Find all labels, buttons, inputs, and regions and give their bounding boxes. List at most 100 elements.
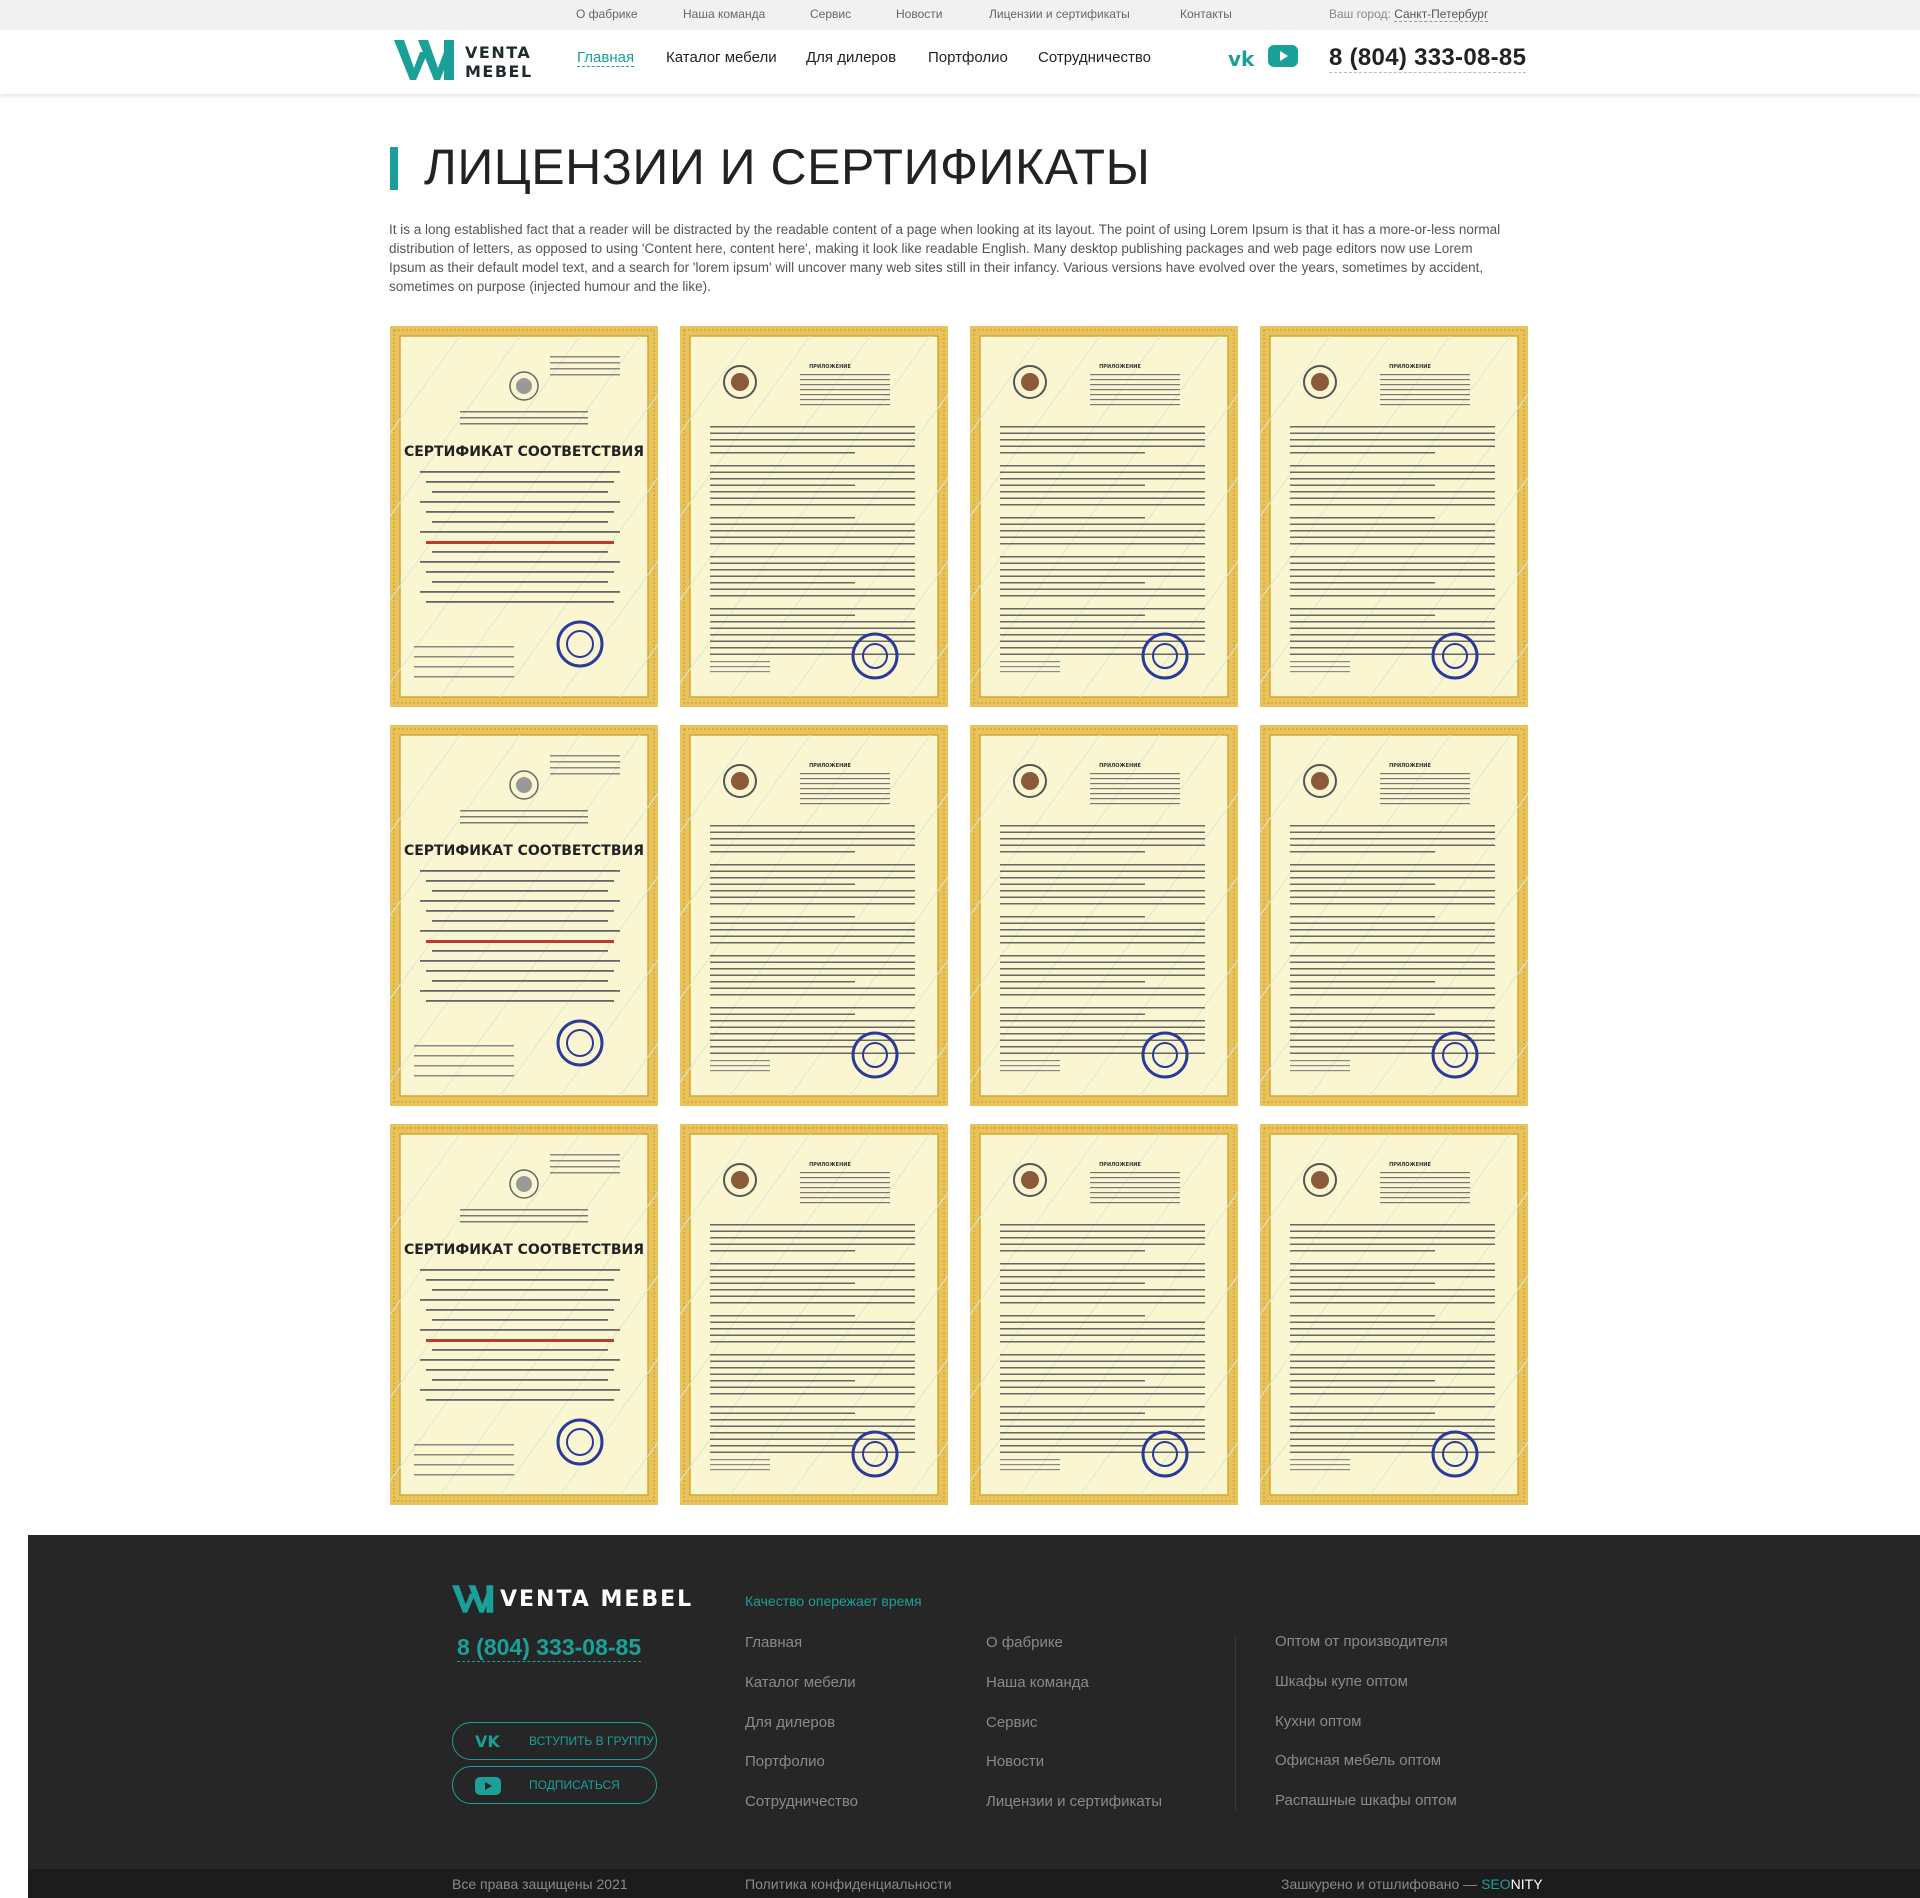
top-bar: О фабрике Наша команда Сервис Новости Ли… xyxy=(0,0,1920,30)
certificate-image: ПРИЛОЖЕНИЕ xyxy=(1260,725,1528,1106)
site-logo[interactable]: VENTA MEBEL xyxy=(394,40,534,84)
svg-text:vk: vk xyxy=(475,1732,500,1750)
certificate-card[interactable]: ПРИЛОЖЕНИЕ xyxy=(680,326,948,707)
footer-link-office[interactable]: Офисная мебель оптом xyxy=(1275,1752,1441,1769)
footer-link-licenses[interactable]: Лицензии и сертификаты xyxy=(986,1793,1162,1810)
certificate-image: ПРИЛОЖЕНИЕ xyxy=(970,725,1238,1106)
youtube-icon xyxy=(475,1776,501,1799)
svg-text:ПРИЛОЖЕНИЕ: ПРИЛОЖЕНИЕ xyxy=(809,763,851,769)
svg-text:vk: vk xyxy=(1228,47,1255,71)
youtube-button-label: подписаться xyxy=(529,1778,620,1792)
svg-text:ПРИЛОЖЕНИЕ: ПРИЛОЖЕНИЕ xyxy=(809,364,851,370)
city-label: Ваш город: xyxy=(1329,7,1391,21)
vk-group-button[interactable]: vk вступить в группу xyxy=(452,1722,657,1760)
nav-catalog[interactable]: Каталог мебели xyxy=(666,49,777,66)
footer-divider xyxy=(1235,1636,1236,1810)
footer-logo[interactable]: VENTA MEBEL xyxy=(452,1585,691,1618)
certificate-card[interactable]: ПРИЛОЖЕНИЕ xyxy=(970,725,1238,1106)
svg-text:ПРИЛОЖЕНИЕ: ПРИЛОЖЕНИЕ xyxy=(1099,763,1141,769)
logo-mark-icon xyxy=(394,40,454,80)
footer-logo-text: VENTA MEBEL xyxy=(500,1587,694,1612)
city-selector[interactable]: Ваш город: Санкт-Петербург xyxy=(1329,7,1489,22)
certificate-image: ПРИЛОЖЕНИЕ xyxy=(680,326,948,707)
footer-slogan: Качество опережает время xyxy=(745,1593,922,1609)
certificate-card[interactable]: СЕРТИФИКАТ СООТВЕТСТВИЯ xyxy=(390,725,658,1106)
vk-group-button-label: вступить в группу xyxy=(529,1734,654,1748)
youtube-icon[interactable] xyxy=(1268,44,1298,73)
certificate-card[interactable]: СЕРТИФИКАТ СООТВЕТСТВИЯ xyxy=(390,326,658,707)
youtube-subscribe-button[interactable]: подписаться xyxy=(452,1766,657,1804)
developer-credit[interactable]: Зашкурено и отшлифовано — SEONITY xyxy=(1281,1876,1543,1892)
certificate-image: СЕРТИФИКАТ СООТВЕТСТВИЯ xyxy=(390,326,658,707)
footer-link-cooperation[interactable]: Сотрудничество xyxy=(745,1793,858,1810)
copyright: Все права защищены 2021 xyxy=(452,1876,628,1892)
footer-bottom-bar xyxy=(28,1869,1920,1898)
footer-logo-mark-icon xyxy=(452,1585,494,1613)
site-header: VENTA MEBEL Главная Каталог мебели Для д… xyxy=(0,30,1920,94)
footer-link-kitchens[interactable]: Кухни оптом xyxy=(1275,1713,1361,1730)
certificate-image: ПРИЛОЖЕНИЕ xyxy=(680,725,948,1106)
footer-link-news[interactable]: Новости xyxy=(986,1753,1044,1770)
svg-text:ПРИЛОЖЕНИЕ: ПРИЛОЖЕНИЕ xyxy=(809,1162,851,1168)
footer-link-wholesale[interactable]: Оптом от производителя xyxy=(1275,1633,1448,1650)
nav-portfolio[interactable]: Портфолио xyxy=(928,49,1008,66)
certificate-card[interactable]: СЕРТИФИКАТ СООТВЕТСТВИЯ xyxy=(390,1124,658,1505)
top-link-about[interactable]: О фабрике xyxy=(576,7,638,21)
page-title: ЛИЦЕНЗИИ И СЕРТИФИКАТЫ xyxy=(424,139,1151,195)
certificate-card[interactable]: ПРИЛОЖЕНИЕ xyxy=(1260,1124,1528,1505)
certificate-card[interactable]: ПРИЛОЖЕНИЕ xyxy=(970,1124,1238,1505)
nav-dealers[interactable]: Для дилеров xyxy=(806,49,896,66)
credit-brand-b: NITY xyxy=(1510,1876,1543,1892)
certificate-image: ПРИЛОЖЕНИЕ xyxy=(970,326,1238,707)
svg-text:ПРИЛОЖЕНИЕ: ПРИЛОЖЕНИЕ xyxy=(1389,364,1431,370)
top-link-service[interactable]: Сервис xyxy=(810,7,851,21)
header-phone[interactable]: 8 (804) 333-08-85 xyxy=(1329,44,1527,73)
footer-link-dealers[interactable]: Для дилеров xyxy=(745,1714,835,1731)
certificate-card[interactable]: ПРИЛОЖЕНИЕ xyxy=(970,326,1238,707)
top-link-news[interactable]: Новости xyxy=(896,7,942,21)
logo-text: VENTA MEBEL xyxy=(465,43,533,81)
svg-text:ПРИЛОЖЕНИЕ: ПРИЛОЖЕНИЕ xyxy=(1389,763,1431,769)
svg-text:ПРИЛОЖЕНИЕ: ПРИЛОЖЕНИЕ xyxy=(1389,1162,1431,1168)
footer-link-home[interactable]: Главная xyxy=(745,1634,802,1651)
svg-text:ПРИЛОЖЕНИЕ: ПРИЛОЖЕНИЕ xyxy=(1099,364,1141,370)
footer-link-portfolio[interactable]: Портфолио xyxy=(745,1753,825,1770)
top-link-contacts[interactable]: Контакты xyxy=(1180,7,1232,21)
svg-text:ПРИЛОЖЕНИЕ: ПРИЛОЖЕНИЕ xyxy=(1099,1162,1141,1168)
certificate-image: ПРИЛОЖЕНИЕ xyxy=(1260,1124,1528,1505)
certificate-image: ПРИЛОЖЕНИЕ xyxy=(1260,326,1528,707)
logo-line-1: VENTA xyxy=(465,43,532,62)
privacy-policy-link[interactable]: Политика конфиденциальности xyxy=(745,1876,952,1892)
certificate-card[interactable]: ПРИЛОЖЕНИЕ xyxy=(680,725,948,1106)
footer-link-team[interactable]: Наша команда xyxy=(986,1674,1089,1691)
intro-text: It is a long established fact that a rea… xyxy=(389,222,1501,294)
certificate-card[interactable]: ПРИЛОЖЕНИЕ xyxy=(1260,725,1528,1106)
svg-text:СЕРТИФИКАТ СООТВЕТСТВИЯ: СЕРТИФИКАТ СООТВЕТСТВИЯ xyxy=(404,444,644,460)
top-link-licenses[interactable]: Лицензии и сертификаты xyxy=(989,7,1130,21)
footer-link-service[interactable]: Сервис xyxy=(986,1714,1037,1731)
vk-icon: vk xyxy=(475,1732,501,1753)
footer-link-wardrobes[interactable]: Шкафы купе оптом xyxy=(1275,1673,1408,1690)
certificate-image: СЕРТИФИКАТ СООТВЕТСТВИЯ xyxy=(390,1124,658,1505)
top-link-team[interactable]: Наша команда xyxy=(683,7,765,21)
certificate-card[interactable]: ПРИЛОЖЕНИЕ xyxy=(1260,326,1528,707)
logo-line-2: MEBEL xyxy=(465,62,533,81)
nav-home[interactable]: Главная xyxy=(577,49,635,67)
certificate-image: ПРИЛОЖЕНИЕ xyxy=(680,1124,948,1505)
certificate-card[interactable]: ПРИЛОЖЕНИЕ xyxy=(680,1124,948,1505)
certificate-image: ПРИЛОЖЕНИЕ xyxy=(970,1124,1238,1505)
certificate-image: СЕРТИФИКАТ СООТВЕТСТВИЯ xyxy=(390,725,658,1106)
footer-phone[interactable]: 8 (804) 333-08-85 xyxy=(457,1634,642,1662)
footer-link-about[interactable]: О фабрике xyxy=(986,1634,1063,1651)
nav-cooperation[interactable]: Сотрудничество xyxy=(1038,49,1151,66)
svg-text:СЕРТИФИКАТ СООТВЕТСТВИЯ: СЕРТИФИКАТ СООТВЕТСТВИЯ xyxy=(404,1242,644,1258)
credit-brand-a: SEO xyxy=(1481,1876,1511,1892)
certificates-grid: СЕРТИФИКАТ СООТВЕТСТВИЯ ПРИЛОЖЕНИЕ ПРИЛОЖЕ… xyxy=(390,326,1530,1506)
site-footer xyxy=(28,1535,1920,1869)
city-name[interactable]: Санкт-Петербург xyxy=(1394,7,1489,22)
vk-icon[interactable]: vk xyxy=(1228,44,1256,79)
title-accent-bar xyxy=(390,147,398,190)
footer-link-swing-wardrobes[interactable]: Распашные шкафы оптом xyxy=(1275,1792,1457,1809)
svg-text:СЕРТИФИКАТ СООТВЕТСТВИЯ: СЕРТИФИКАТ СООТВЕТСТВИЯ xyxy=(404,843,644,859)
footer-link-catalog[interactable]: Каталог мебели xyxy=(745,1674,856,1691)
